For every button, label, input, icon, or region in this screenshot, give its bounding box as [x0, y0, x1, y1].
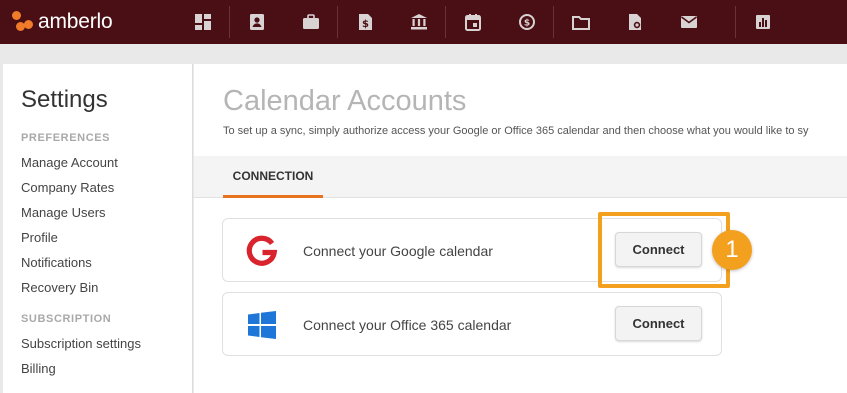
- top-navigation-bar: amberlo $ $: [0, 0, 847, 44]
- sidebar-item-manage-account[interactable]: Manage Account: [21, 150, 192, 175]
- amberlo-logo[interactable]: amberlo: [0, 0, 176, 44]
- page-subtitle: To set up a sync, simply authorize acces…: [223, 125, 809, 137]
- nav-billing[interactable]: $: [338, 0, 392, 44]
- nav-document[interactable]: [608, 0, 662, 44]
- step-number-badge: 1: [712, 230, 752, 270]
- bank-icon: [411, 14, 427, 30]
- contacts-icon: [250, 14, 264, 30]
- office365-calendar-label: Connect your Office 365 calendar: [303, 317, 512, 333]
- amberlo-logo-icon: [12, 11, 34, 33]
- document-icon: [629, 14, 641, 30]
- dashboard-icon: [195, 14, 211, 30]
- sidebar-item-billing[interactable]: Billing: [21, 356, 192, 381]
- subscription-section-label: SUBSCRIPTION: [21, 313, 112, 325]
- nav-time-tracking[interactable]: $: [500, 0, 554, 44]
- nav-matters[interactable]: [284, 0, 338, 44]
- windows-icon: [245, 309, 279, 341]
- mail-icon: [681, 16, 697, 28]
- office365-calendar-card: Connect your Office 365 calendar Connect: [222, 292, 722, 356]
- preferences-section-label: PREFERENCES: [21, 132, 111, 144]
- billing-icon: $: [359, 14, 372, 30]
- app-name: amberlo: [38, 10, 113, 33]
- page-title: Calendar Accounts: [223, 85, 467, 117]
- reports-icon: [756, 15, 770, 29]
- nav-reports[interactable]: [716, 0, 736, 44]
- preferences-menu: Manage Account Company Rates Manage User…: [3, 150, 192, 300]
- settings-title: Settings: [21, 86, 108, 113]
- google-icon: [245, 235, 279, 267]
- tab-bar: CONNECTION: [194, 156, 847, 198]
- sidebar-item-notifications[interactable]: Notifications: [21, 250, 192, 275]
- main-nav: $ $: [176, 0, 790, 44]
- sidebar-item-manage-users[interactable]: Manage Users: [21, 200, 192, 225]
- calendar-accounts-panel: Calendar Accounts To set up a sync, simp…: [194, 64, 847, 393]
- connect-office365-button[interactable]: Connect: [615, 306, 702, 341]
- sidebar-item-company-rates[interactable]: Company Rates: [21, 175, 192, 200]
- nav-folder[interactable]: [554, 0, 608, 44]
- calendar-icon: [465, 14, 481, 31]
- settings-sidebar: Settings PREFERENCES Manage Account Comp…: [3, 64, 193, 393]
- svg-text:$: $: [524, 19, 530, 29]
- sidebar-item-profile[interactable]: Profile: [21, 225, 192, 250]
- nav-mail[interactable]: [662, 0, 716, 44]
- sidebar-item-recovery-bin[interactable]: Recovery Bin: [21, 275, 192, 300]
- nav-bank[interactable]: [392, 0, 446, 44]
- tab-connection[interactable]: CONNECTION: [223, 156, 323, 198]
- nav-contacts[interactable]: [230, 0, 284, 44]
- nav-reports-button[interactable]: [736, 0, 790, 44]
- connect-highlight-frame: [598, 212, 730, 288]
- matters-icon: [303, 14, 319, 29]
- svg-text:$: $: [362, 19, 369, 30]
- time-tracking-icon: $: [519, 14, 535, 30]
- folder-icon: [572, 16, 590, 30]
- google-calendar-label: Connect your Google calendar: [303, 243, 493, 259]
- nav-dashboard[interactable]: [176, 0, 230, 44]
- sidebar-item-subscription-settings[interactable]: Subscription settings: [21, 331, 192, 356]
- nav-calendar[interactable]: [446, 0, 500, 44]
- subscription-menu: Subscription settings Billing: [3, 331, 192, 381]
